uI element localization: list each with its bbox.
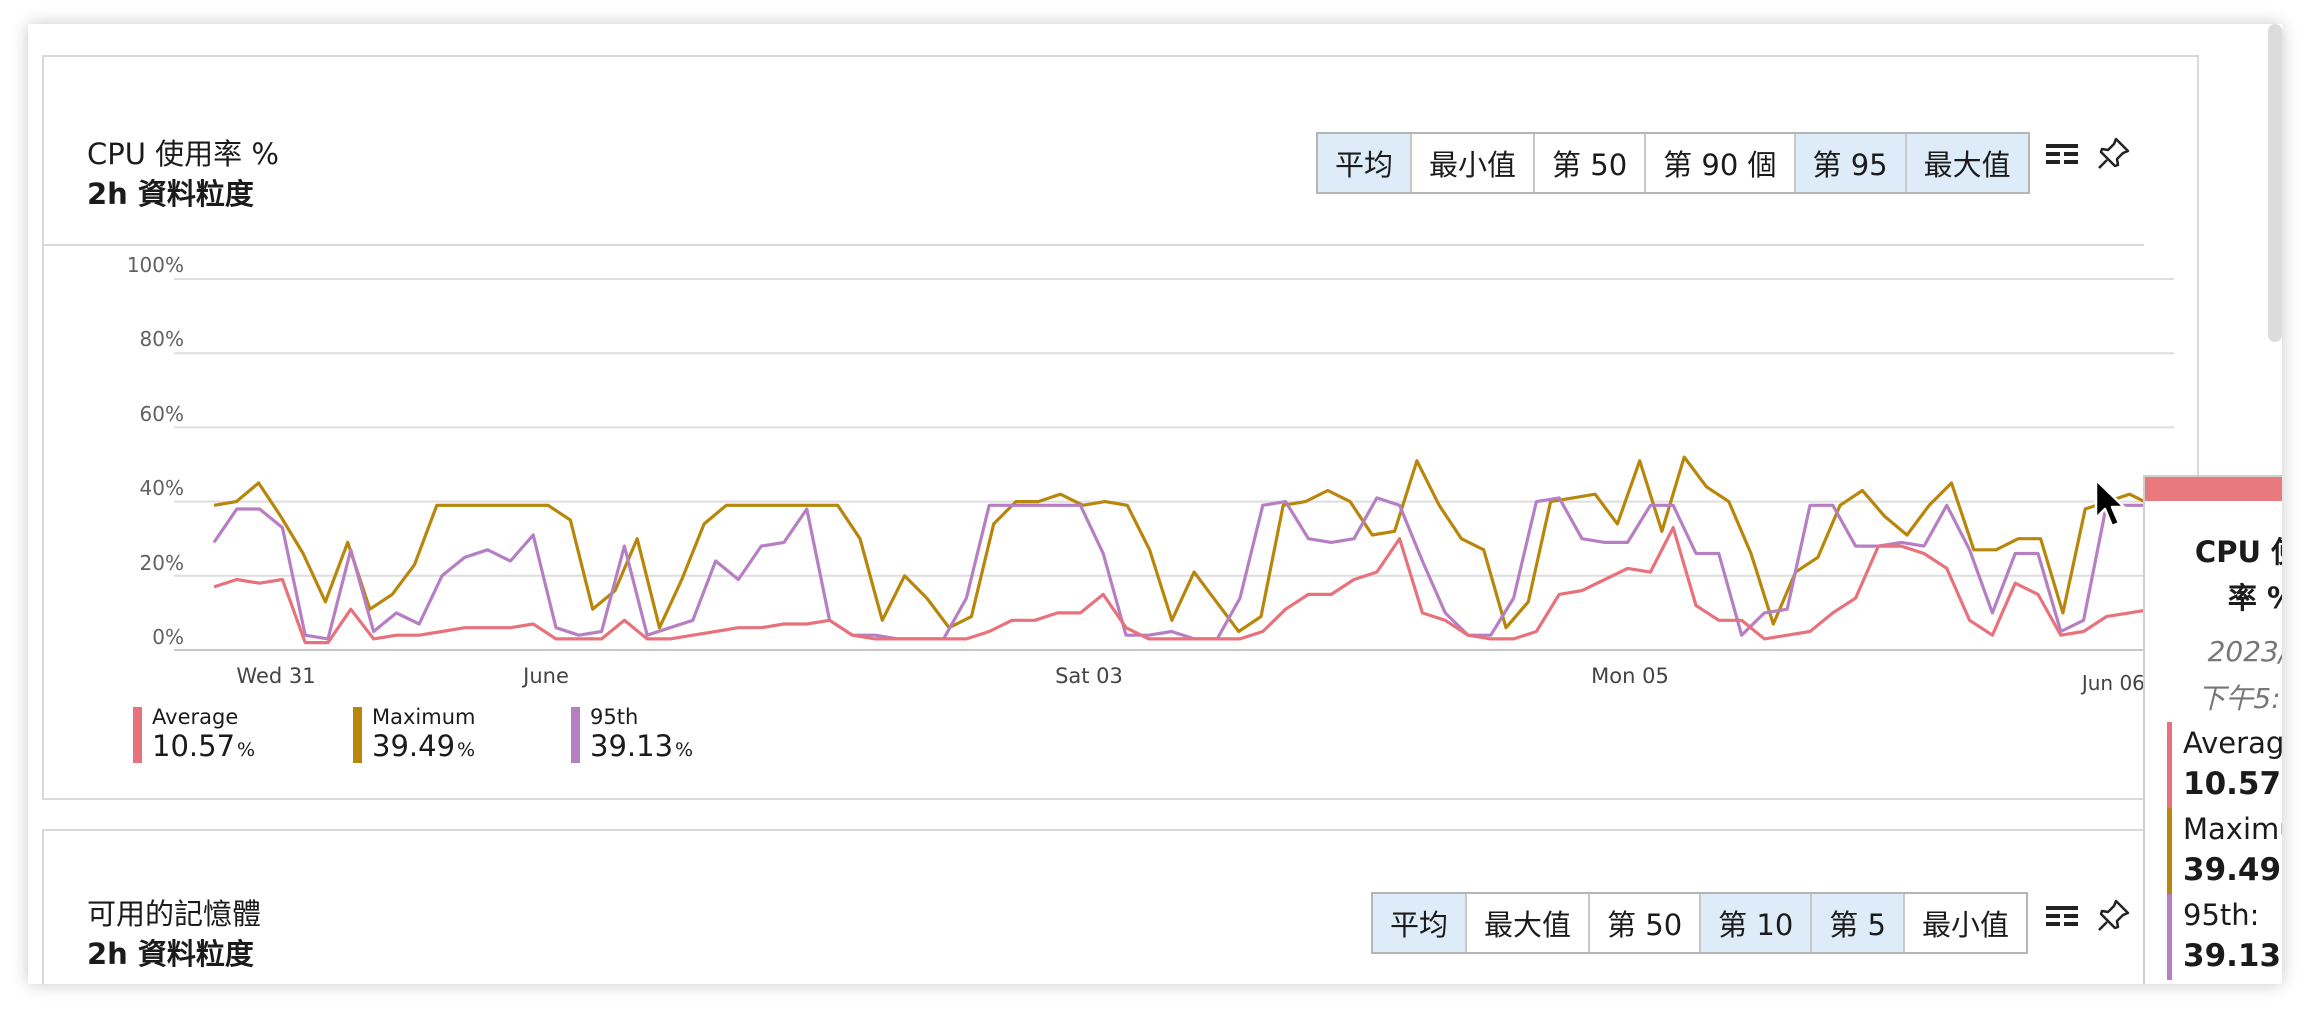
app-frame: CPU 使用率 % 2h 資料粒度 平均 最小值 第 50 第 90 個 第 9…: [28, 24, 2282, 984]
tooltip-title-line2: 率 %: [2227, 581, 2282, 615]
tooltip-p95-name: 95th:: [2183, 898, 2260, 932]
legend-p95-value: 39.13: [590, 729, 674, 763]
memory-card-granularity: 2h 資料粒度: [87, 937, 254, 971]
series-line-maximum: [213, 455, 2153, 634]
legend-average-value: 10.57: [152, 729, 236, 763]
xtick-wed31: Wed 31: [236, 664, 316, 688]
tooltip-header: [2145, 477, 2282, 501]
tooltip-time: 下午5:00:(: [2197, 682, 2282, 715]
legend-p95[interactable]: 95th 39.13%: [571, 705, 693, 763]
xtick-june: June: [523, 664, 569, 688]
legend-average[interactable]: Average 10.57%: [133, 705, 255, 763]
memory-aggregation-selector: 平均 最大值 第 50 第 10 第 5 最小值: [1371, 892, 2028, 954]
tooltip-average-swatch: [2167, 722, 2172, 808]
tooltip-average-value: 10.57: [2183, 766, 2282, 802]
mem-agg-max-button[interactable]: 最大值: [1467, 894, 1591, 952]
pin-icon[interactable]: [2096, 897, 2132, 933]
xtick-mon05: Mon 05: [1591, 664, 1669, 688]
cpu-line-chart[interactable]: [44, 57, 2201, 757]
tooltip-date: 2023/6/(: [2207, 635, 2282, 668]
memory-chart-card: 可用的記憶體 2h 資料粒度 平均 最大值 第 50 第 10 第 5 最小值: [42, 829, 2199, 984]
chart-hover-tooltip: CPU 使用 率 % 2023/6/( 下午5:00:( Average 10.…: [2143, 475, 2282, 984]
tooltip-maximum-value: 39.49: [2183, 852, 2282, 888]
legend-toggle-icon[interactable]: [2044, 901, 2080, 931]
tooltip-p95-value: 39.13: [2183, 938, 2282, 974]
tooltip-average-name: Average: [2183, 726, 2282, 760]
legend-maximum-value: 39.49: [372, 729, 456, 763]
legend-p95-swatch: [571, 707, 580, 763]
tooltip-row-average: Average 10.57%: [2167, 722, 2282, 808]
legend-maximum-unit: %: [457, 739, 476, 761]
xtick-sat03: Sat 03: [1055, 664, 1123, 688]
legend-maximum-swatch: [353, 707, 362, 763]
tooltip-title: CPU 使用 率 %: [2167, 529, 2282, 621]
legend-maximum-name: Maximum: [372, 705, 476, 729]
memory-card-title: 可用的記憶體: [87, 897, 262, 931]
series-line-95th: [212, 496, 2152, 641]
legend-average-name: Average: [152, 705, 239, 729]
legend-average-unit: %: [237, 739, 256, 761]
page-scrollbar-thumb[interactable]: [2268, 24, 2282, 342]
tooltip-title-line1: CPU 使用: [2194, 535, 2282, 569]
mem-agg-p10-button[interactable]: 第 10: [1701, 894, 1813, 952]
tooltip-row-p95: 95th: 39.13%: [2167, 894, 2282, 980]
legend-maximum[interactable]: Maximum 39.49%: [353, 705, 475, 763]
tooltip-row-maximum: Maximun 39.49%: [2167, 808, 2282, 894]
mem-agg-average-button[interactable]: 平均: [1373, 894, 1468, 952]
mem-agg-p5-button[interactable]: 第 5: [1812, 894, 1905, 952]
legend-average-swatch: [133, 707, 142, 763]
mem-agg-min-button[interactable]: 最小值: [1904, 894, 2026, 952]
mouse-cursor-icon: [2094, 478, 2126, 528]
legend-p95-unit: %: [675, 739, 694, 761]
tooltip-maximum-name: Maximun: [2183, 812, 2282, 846]
legend-p95-name: 95th: [590, 705, 639, 729]
tooltip-maximum-swatch: [2167, 808, 2172, 894]
tooltip-p95-swatch: [2167, 894, 2172, 980]
mem-agg-p50-button[interactable]: 第 50: [1590, 894, 1702, 952]
cpu-chart-card: CPU 使用率 % 2h 資料粒度 平均 最小值 第 50 第 90 個 第 9…: [42, 55, 2199, 800]
